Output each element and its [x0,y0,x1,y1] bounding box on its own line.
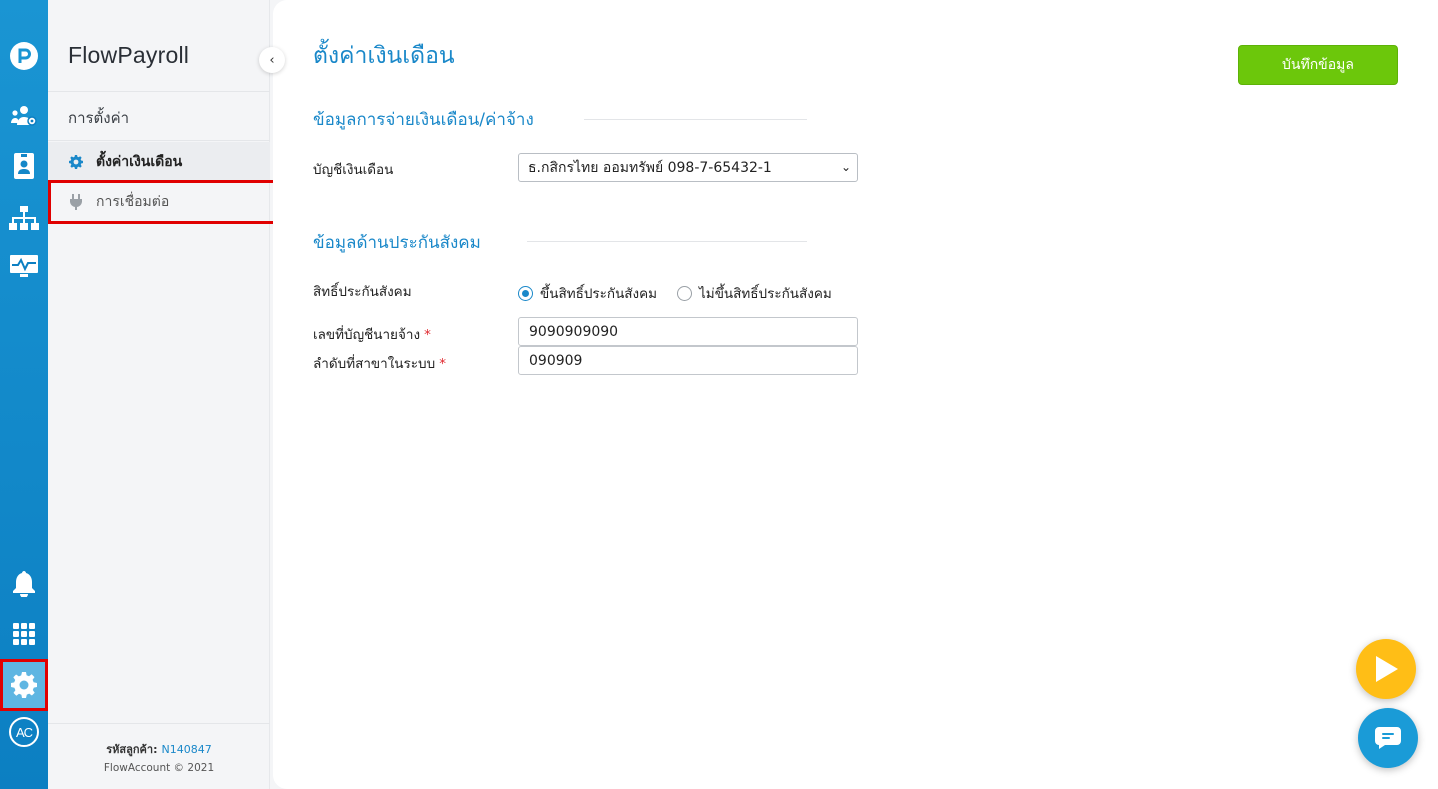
org-chart-icon[interactable] [0,198,48,238]
sidebar-item-label: ตั้งค่าเงินเดือน [96,154,183,170]
employer-account-label: เลขที่บัญชีนายจ้าง * [313,323,431,345]
branch-order-label: ลำดับที่สาขาในระบบ * [313,352,446,374]
play-icon [1376,656,1398,682]
gear-icon [68,154,84,170]
collapse-sidebar-button[interactable]: ‹ [259,47,285,73]
divider [584,119,807,120]
avatar-initials: AC [9,717,39,747]
bell-icon[interactable] [0,564,48,604]
chat-icon [1375,727,1401,749]
customer-code-label: รหัสลูกค้า: [106,743,158,756]
monitor-icon[interactable] [0,246,48,286]
radio-social-security-on[interactable]: ขึ้นสิทธิ์ประกันสังคม [518,282,657,304]
plug-icon [68,194,84,210]
id-card-icon[interactable] [0,146,48,186]
sidebar-item-salary-settings[interactable]: ตั้งค่าเงินเดือน [48,142,270,182]
social-security-right-label: สิทธิ์ประกันสังคม [313,284,412,300]
chevron-down-icon: ⌄ [840,160,851,174]
salary-account-value: ธ.กสิกรไทย ออมทรัพย์ 098-7-65432-1 [528,159,772,176]
radio-label: ไม่ขึ้นสิทธิ์ประกันสังคม [699,286,832,302]
copyright: FlowAccount © 2021 [103,762,215,774]
sidebar-item-connections[interactable]: การเชื่อมต่อ [48,180,277,224]
social-security-section-title: ข้อมูลด้านประกันสังคม [313,233,481,253]
salary-account-select[interactable]: ธ.กสิกรไทย ออมทรัพย์ 098-7-65432-1 ⌄ [518,153,858,182]
settings-sidebar: FlowPayroll การตั้งค่า ตั้งค่าเงินเดือน … [48,0,277,789]
radio-button[interactable] [677,285,692,301]
radio-label: ขึ้นสิทธิ์ประกันสังคม [540,286,658,302]
chevron-left-icon: ‹ [269,52,275,68]
sidebar-item-label: การเชื่อมต่อ [96,194,170,210]
divider [48,140,270,141]
logo-icon[interactable] [0,36,48,76]
branch-order-label-text: ลำดับที่สาขาในระบบ [313,356,436,372]
gear-icon[interactable] [0,659,48,711]
employer-account-input[interactable] [518,317,858,346]
employees-icon[interactable] [0,96,48,136]
salary-account-label: บัญชีเงินเดือน [313,162,394,178]
divider [527,241,807,242]
divider [48,723,270,724]
required-mark: * [439,356,446,372]
play-tutorial-button[interactable] [1356,639,1416,699]
section-label: การตั้งค่า [68,109,130,127]
required-mark: * [424,327,431,343]
payment-section-title: ข้อมูลการจ่ายเงินเดือน/ค่าจ้าง [313,110,534,130]
icon-rail: AC [0,0,48,789]
avatar[interactable]: AC [0,712,48,752]
employer-account-label-text: เลขที่บัญชีนายจ้าง [313,327,421,343]
main-panel: ตั้งค่าเงินเดือน บันทึกข้อมูล ข้อมูลการจ… [273,0,1438,789]
radio-social-security-off[interactable]: ไม่ขึ้นสิทธิ์ประกันสังคม [677,282,832,304]
save-button[interactable]: บันทึกข้อมูล [1238,45,1398,85]
divider [48,91,270,92]
customer-code-value[interactable]: N140847 [161,743,211,756]
apps-grid-icon[interactable] [0,614,48,654]
branch-order-input[interactable] [518,346,858,375]
customer-code: รหัสลูกค้า: N140847 [48,740,270,758]
radio-button-selected[interactable] [518,285,533,301]
chat-support-button[interactable] [1358,708,1418,768]
page-title: ตั้งค่าเงินเดือน [313,43,455,69]
brand-name: FlowPayroll [68,42,190,68]
